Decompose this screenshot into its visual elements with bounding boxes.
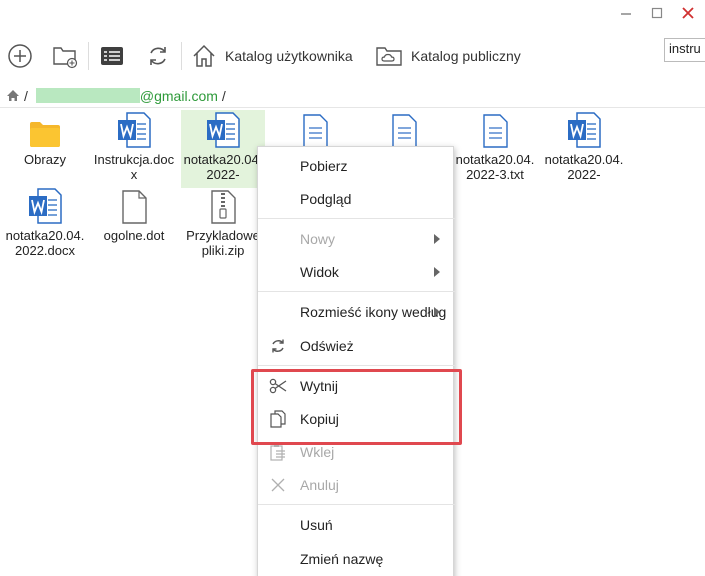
menu-item-label: Pobierz <box>300 158 348 174</box>
file-item-text[interactable]: notatka20.04.2022-3.txt <box>453 110 537 182</box>
close-button[interactable] <box>674 2 702 24</box>
x-icon <box>268 476 288 494</box>
file-name: notatka20.04.2022- <box>183 152 263 182</box>
paste-icon <box>268 443 288 461</box>
menu-item-cancel[interactable]: Anuluj <box>258 470 455 500</box>
toolbar-divider <box>181 42 182 70</box>
word-document-icon <box>568 112 601 148</box>
menu-item-label: Anuluj <box>300 477 339 493</box>
breadcrumb-root: / <box>24 87 28 104</box>
file-name: ogolne.dot <box>103 228 165 243</box>
menu-item-label: Rozmieść ikony według <box>300 304 447 320</box>
new-folder-button[interactable] <box>49 40 81 72</box>
menu-item-view[interactable]: Widok <box>258 257 455 287</box>
file-item-word[interactable]: notatka20.04.2022.docx <box>3 186 87 258</box>
menu-item-label: Usuń <box>300 517 333 533</box>
refresh-button[interactable] <box>142 40 174 72</box>
menu-item-refresh[interactable]: Odśwież <box>258 331 455 361</box>
cloud-folder-icon <box>376 47 402 66</box>
zip-archive-icon <box>211 190 236 224</box>
word-document-icon <box>207 112 240 148</box>
file-item-word[interactable]: Instrukcja.docx <box>92 110 176 182</box>
word-document-icon <box>118 112 151 148</box>
view-mode-button[interactable] <box>96 40 128 72</box>
refresh-icon <box>268 337 288 355</box>
menu-item-label: Widok <box>300 264 339 280</box>
menu-item-arrange[interactable]: Rozmieść ikony według <box>258 297 455 327</box>
menu-item-label: Zmień nazwę <box>300 551 384 567</box>
user-catalog-button[interactable]: Katalog użytkownika <box>191 40 353 72</box>
menu-item-rename[interactable]: Zmień nazwę <box>258 544 455 574</box>
public-catalog-button[interactable]: Katalog publiczny <box>375 40 521 72</box>
text-document-icon <box>483 114 508 148</box>
menu-divider <box>258 218 455 219</box>
new-folder-icon <box>53 47 78 69</box>
text-document-icon <box>303 114 328 148</box>
file-item-word[interactable]: notatka20.04.2022- <box>542 110 626 182</box>
highlight-box <box>251 369 462 445</box>
menu-item-preview[interactable]: Podgląd <box>258 184 455 214</box>
file-name: Przykladowe pliki.zip <box>186 228 260 258</box>
file-name: Instrukcja.docx <box>93 152 175 182</box>
home-icon[interactable] <box>6 89 20 102</box>
menu-item-new[interactable]: Nowy <box>258 224 455 254</box>
file-name: notatka20.04.2022- <box>544 152 624 182</box>
add-button[interactable] <box>4 40 36 72</box>
breadcrumb-trailing-separator: / <box>221 87 226 104</box>
submenu-arrow-icon <box>434 234 440 244</box>
public-catalog-label: Katalog publiczny <box>411 48 521 64</box>
file-item-word-selected[interactable]: notatka20.04.2022- <box>181 110 265 188</box>
menu-divider <box>258 365 455 366</box>
maximize-icon <box>651 7 663 19</box>
file-name: notatka20.04.2022-3.txt <box>455 152 535 182</box>
word-document-icon <box>29 188 62 224</box>
menu-item-label: Nowy <box>300 231 336 247</box>
menu-divider <box>258 504 455 505</box>
menu-item-download[interactable]: Pobierz <box>258 151 455 181</box>
submenu-arrow-icon <box>434 267 440 277</box>
menu-item-label: Odśwież <box>300 338 354 354</box>
file-name: Obrazy <box>24 152 66 167</box>
folder-icon <box>30 122 60 147</box>
minimize-icon <box>621 13 631 15</box>
close-icon <box>682 7 694 19</box>
menu-item-label: Wklej <box>300 444 335 460</box>
maximize-button[interactable] <box>643 2 671 24</box>
text-document-icon <box>392 114 417 148</box>
user-catalog-label: Katalog użytkownika <box>225 48 353 64</box>
file-item-blank[interactable]: ogolne.dot <box>92 186 176 243</box>
search-input[interactable]: instru <box>664 38 705 62</box>
breadcrumb-email[interactable]: @gmail.com <box>140 88 218 104</box>
toolbar: Katalog użytkownika Katalog publiczny <box>0 32 705 80</box>
toolbar-divider <box>88 42 89 70</box>
plus-circle-icon <box>8 44 32 68</box>
refresh-icon <box>150 47 166 65</box>
menu-divider <box>258 291 455 292</box>
file-item-zip[interactable]: Przykladowe pliki.zip <box>181 186 265 258</box>
menu-item-delete[interactable]: Usuń <box>258 510 455 540</box>
home-icon <box>193 44 215 67</box>
menu-item-label: Podgląd <box>300 191 352 207</box>
submenu-arrow-icon <box>434 307 440 317</box>
context-menu: Pobierz Podgląd Nowy Widok Rozmieść ikon… <box>257 146 455 576</box>
file-name: notatka20.04.2022.docx <box>5 228 85 258</box>
breadcrumb: / @gmail.com / <box>0 84 705 108</box>
redacted-email-user <box>35 88 140 103</box>
list-view-icon <box>101 47 123 65</box>
minimize-button[interactable] <box>612 2 640 24</box>
blank-document-icon <box>122 190 147 224</box>
file-item-folder[interactable]: Obrazy <box>3 110 87 167</box>
